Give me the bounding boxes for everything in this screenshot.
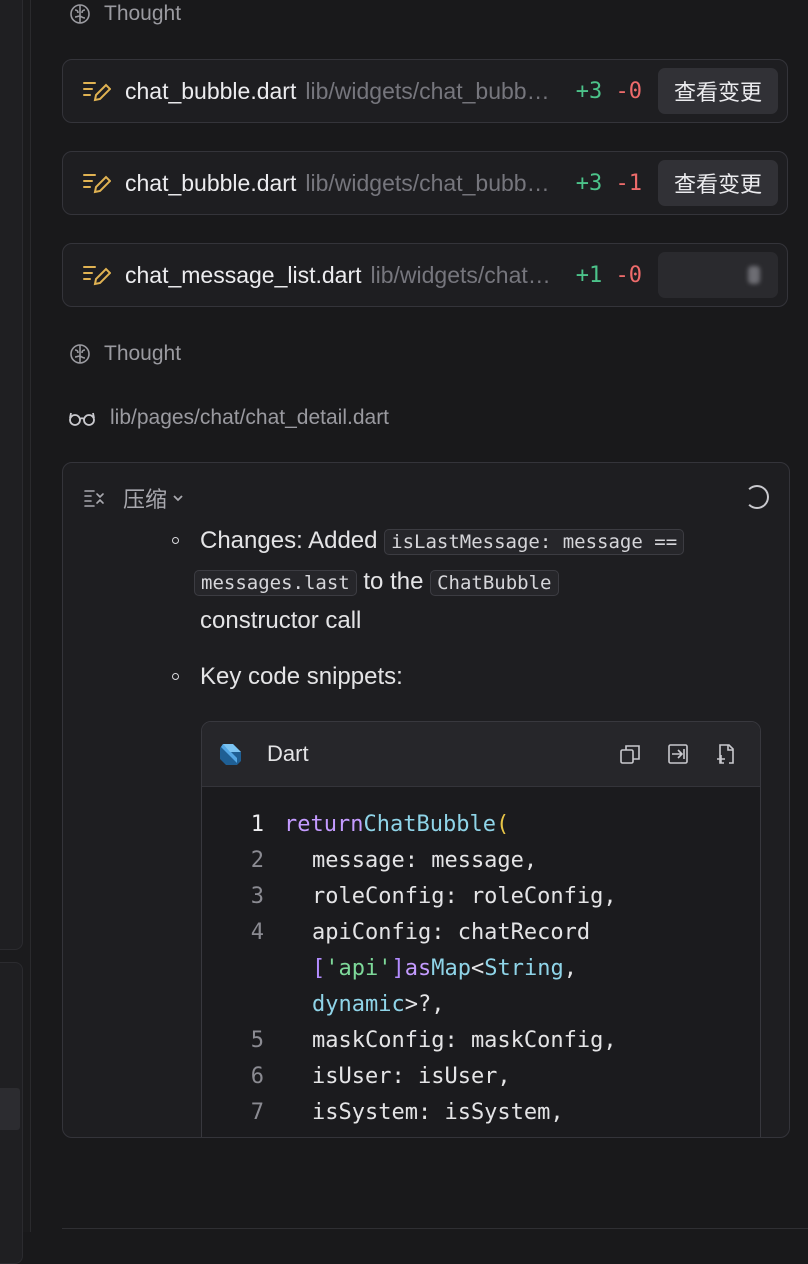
glasses-icon (69, 412, 95, 426)
line-number: 6 (250, 1063, 264, 1089)
loading-spinner-icon (745, 485, 769, 509)
file-name: chat_message_list.dart (125, 261, 362, 288)
code-token: [ (312, 955, 326, 981)
read-file-row[interactable]: lib/pages/chat/chat_detail.dart (68, 403, 389, 433)
left-panel-tab[interactable] (0, 1088, 20, 1130)
changes-text: Changes: Added isLastMessage: message == (200, 520, 685, 563)
code-block: Dart 1 return ChatBubble( 2 message: messa… (201, 721, 761, 1137)
lines-removed: -1 (615, 170, 643, 196)
lines-removed: -0 (615, 78, 643, 104)
line-number: 3 (250, 883, 264, 909)
line-number: 1 (250, 811, 264, 837)
code-token: isUser: isUser, (312, 1063, 511, 1089)
file-path: lib/widgets/chat_bubble.dart (305, 169, 553, 196)
bullet-icon (172, 537, 179, 544)
compress-summary-card: 压缩 Changes: Added isLastMessage: message… (62, 462, 790, 1138)
edit-file-icon (83, 266, 111, 286)
code-token: return (284, 811, 364, 837)
code-token: 'api' (325, 955, 392, 981)
view-changes-button[interactable]: 查看变更 (658, 160, 778, 206)
lines-added: +1 (575, 262, 603, 288)
view-changes-button-loading[interactable] (658, 252, 778, 298)
dart-logo-icon (220, 744, 241, 765)
new-file-icon[interactable] (714, 742, 738, 766)
lines-added: +3 (575, 170, 603, 196)
edit-file-icon (83, 174, 111, 194)
diff-stats: +3 -0 (576, 79, 642, 104)
file-change-row[interactable]: chat_message_list.dart lib/widgets/chat_… (62, 243, 788, 307)
code-token: , (563, 955, 577, 981)
brain-icon (70, 344, 90, 364)
changes-suffix: constructor call (200, 607, 362, 634)
code-line: 3 roleConfig: roleConfig, (202, 878, 617, 914)
line-number: 2 (250, 847, 264, 873)
inline-code: ChatBubble (430, 570, 559, 596)
compress-icon (84, 490, 104, 507)
chevron-down-icon (173, 495, 183, 502)
compress-toggle[interactable]: 压缩 (83, 483, 185, 513)
code-token: roleConfig: roleConfig, (312, 883, 617, 909)
code-token: apiConfig: chatRecord (312, 919, 591, 945)
copy-icon[interactable] (618, 742, 642, 766)
code-token: ( (495, 811, 510, 837)
left-panel-section (0, 0, 23, 950)
lines-removed: -0 (615, 262, 643, 288)
changes-mid: to the (363, 568, 424, 595)
thought-label: Thought (104, 342, 182, 365)
line-number: 7 (250, 1099, 264, 1125)
code-token: < (470, 955, 485, 981)
code-token: Map (431, 955, 471, 981)
file-name: chat_bubble.dart (125, 77, 297, 104)
code-token: dynamic (312, 991, 405, 1017)
code-line: 1 return ChatBubble( (202, 806, 509, 842)
thought-label: Thought (104, 2, 182, 25)
code-line: 6 isUser: isUser, (202, 1058, 511, 1094)
changes-prefix: Changes: Added (200, 527, 378, 554)
read-file-path: lib/pages/chat/chat_detail.dart (110, 406, 390, 429)
code-token: ] (391, 955, 405, 981)
file-change-row[interactable]: chat_bubble.dart lib/widgets/chat_bubble… (62, 151, 788, 215)
code-token: maskConfig: maskConfig, (312, 1027, 617, 1053)
line-number: 5 (250, 1027, 264, 1053)
diff-stats: +3 -1 (576, 171, 642, 196)
code-line: 5 maskConfig: maskConfig, (202, 1022, 617, 1058)
code-line: 2 message: message, (202, 842, 537, 878)
code-line: 7 isSystem: isSystem, (202, 1094, 564, 1130)
brain-icon (70, 4, 90, 24)
code-token: as (404, 955, 432, 981)
inline-code: messages.last (194, 570, 357, 596)
diff-stats: +1 -0 (576, 263, 642, 288)
edit-file-icon (83, 82, 111, 102)
code-line-wrap: dynamic >?, (202, 986, 444, 1022)
line-number: 4 (250, 919, 264, 945)
code-line-wrap: ['api'] as Map < String, (202, 950, 577, 986)
code-block-header: Dart (202, 722, 760, 787)
code-token: message: message, (312, 847, 538, 873)
code-line: 4 apiConfig: chatRecord (202, 914, 590, 950)
thought-row[interactable]: Thought (68, 0, 181, 28)
code-language: Dart (267, 741, 309, 766)
code-token: ChatBubble (363, 811, 496, 837)
view-changes-button[interactable]: 查看变更 (658, 68, 778, 114)
lines-added: +3 (575, 78, 603, 104)
file-name: chat_bubble.dart (125, 169, 297, 196)
bullet-icon (172, 673, 179, 680)
inline-code: isLastMessage: message == (384, 529, 685, 555)
left-panel-edge (0, 0, 31, 1264)
changes-text-line2: messages.last to the ChatBubble (194, 561, 559, 604)
snippets-label: Key code snippets: (200, 663, 403, 690)
code-token: isSystem: isSystem, (312, 1099, 564, 1125)
compress-label: 压缩 (123, 487, 168, 512)
file-path: lib/widgets/chat_bubble.dart (305, 77, 553, 104)
code-token: >?, (404, 991, 445, 1017)
insert-icon[interactable] (666, 742, 690, 766)
code-token: String (484, 955, 564, 981)
thought-row[interactable]: Thought (68, 340, 181, 368)
file-path: lib/widgets/chat_message_list.dart (370, 261, 554, 288)
divider (62, 1228, 808, 1229)
file-change-row[interactable]: chat_bubble.dart lib/widgets/chat_bubble… (62, 59, 788, 123)
